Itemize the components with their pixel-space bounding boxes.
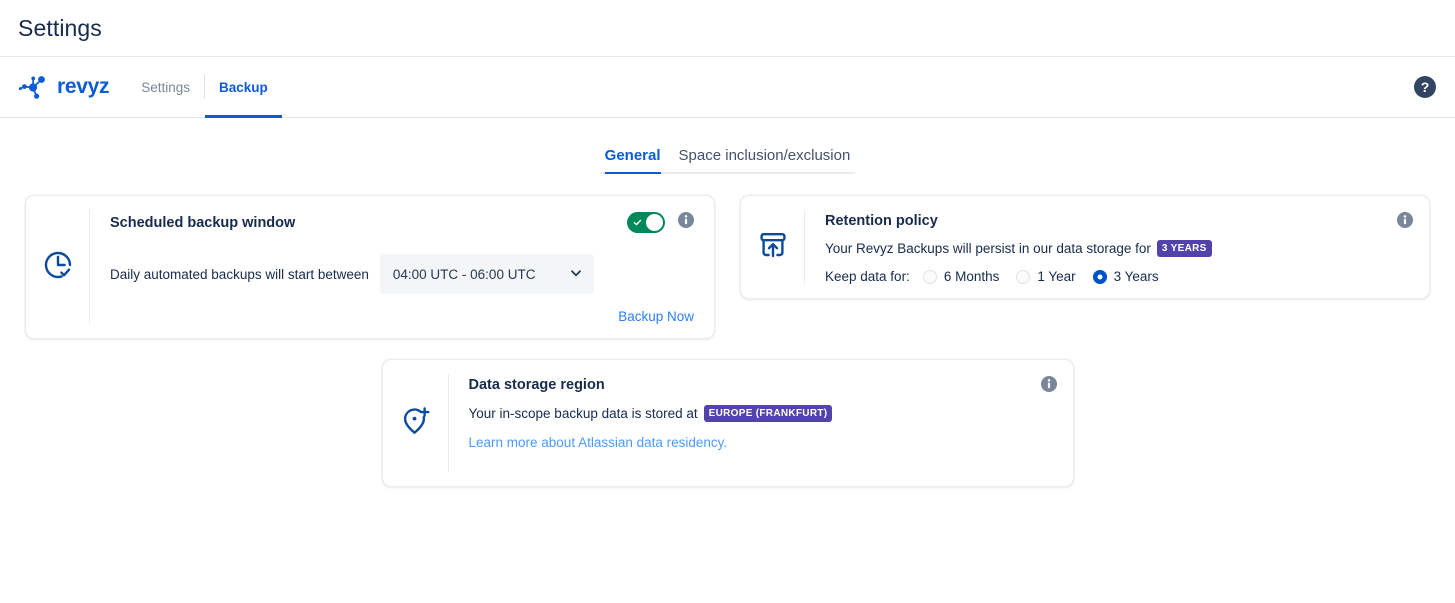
- nav-tabs: Settings Backup: [127, 57, 282, 117]
- retention-radio-group: 6 Months 1 Year 3 Years: [923, 269, 1159, 284]
- data-storage-region-text: Your in-scope backup data is stored at: [469, 406, 698, 421]
- subtab-space-inclusion-exclusion[interactable]: Space inclusion/exclusion: [679, 147, 851, 174]
- data-storage-region-line: Your in-scope backup data is stored at E…: [469, 405, 1053, 422]
- retention-persist-text: Your Revyz Backups will persist in our d…: [825, 241, 1151, 256]
- scheduled-backup-title: Scheduled backup window: [110, 215, 295, 231]
- scheduled-backup-header: Scheduled backup window: [110, 212, 694, 233]
- scheduled-backup-info-icon[interactable]: [678, 212, 694, 233]
- retention-options-row: Keep data for: 6 Months 1 Year 3 Years: [825, 269, 1409, 284]
- backup-window-select-value: 04:00 UTC - 06:00 UTC: [393, 267, 536, 282]
- subtab-space-inclusion-exclusion-label: Space inclusion/exclusion: [679, 147, 851, 164]
- data-storage-region-card: Data storage region Your in-scope backup…: [382, 359, 1074, 487]
- retention-option-1-year-label: 1 Year: [1037, 269, 1075, 284]
- retention-policy-card: Retention policy Your Revyz Backups will…: [740, 195, 1430, 299]
- subtab-bar: General Space inclusion/exclusion: [0, 147, 1455, 174]
- retention-option-1-year[interactable]: 1 Year: [1016, 269, 1075, 284]
- data-storage-region-icon-column: [383, 374, 449, 472]
- card-bottom-spacer: [469, 450, 1053, 472]
- chevron-down-icon: [569, 266, 583, 283]
- retention-policy-title: Retention policy: [825, 213, 1409, 229]
- radio-icon-selected: [1093, 270, 1107, 284]
- retention-policy-body: Retention policy Your Revyz Backups will…: [805, 196, 1429, 298]
- retention-persist-line: Your Revyz Backups will persist in our d…: [825, 240, 1409, 257]
- cards-row-top: Scheduled backup window: [0, 174, 1455, 339]
- backup-now-row: Backup Now: [110, 309, 694, 324]
- nav-tab-backup-label: Backup: [219, 80, 268, 95]
- app-navbar: revyz Settings Backup ?: [0, 56, 1455, 118]
- retention-policy-icon-column: [741, 210, 805, 284]
- data-storage-region-badge: EUROPE (FRANKFURT): [704, 405, 833, 422]
- scheduled-backup-icon-column: [26, 210, 90, 324]
- scheduled-backup-toggle[interactable]: [627, 212, 665, 233]
- scheduled-backup-window-row: Daily automated backups will start betwe…: [110, 254, 694, 294]
- scheduled-backup-description: Daily automated backups will start betwe…: [110, 267, 369, 282]
- data-residency-learn-more-link[interactable]: Learn more about Atlassian data residenc…: [469, 435, 1053, 450]
- scheduled-backup-controls: [627, 212, 694, 233]
- question-circle-icon[interactable]: ?: [1413, 75, 1437, 99]
- scheduled-backup-body: Scheduled backup window: [90, 196, 714, 338]
- subtab-general-label: General: [605, 147, 661, 164]
- data-storage-region-body: Data storage region Your in-scope backup…: [449, 360, 1073, 486]
- archive-restore-icon: [757, 229, 789, 266]
- brand: revyz: [18, 57, 127, 117]
- backup-now-button[interactable]: Backup Now: [618, 309, 694, 324]
- clock-check-icon: [42, 249, 74, 286]
- retention-policy-info-icon[interactable]: [1397, 212, 1413, 228]
- data-storage-region-info-icon[interactable]: [1041, 376, 1057, 392]
- nav-tab-settings[interactable]: Settings: [127, 57, 204, 117]
- scheduled-backup-card: Scheduled backup window: [25, 195, 715, 339]
- retention-option-3-years[interactable]: 3 Years: [1093, 269, 1159, 284]
- molecule-logo-icon: [18, 71, 50, 103]
- map-pin-plus-icon: [399, 405, 431, 442]
- page-title: Settings: [18, 15, 102, 42]
- retention-period-badge: 3 YEARS: [1157, 240, 1212, 257]
- data-storage-region-title: Data storage region: [469, 377, 1053, 393]
- nav-tab-settings-label: Settings: [141, 80, 190, 95]
- cards-row-bottom: Data storage region Your in-scope backup…: [0, 339, 1455, 487]
- keep-data-for-label: Keep data for:: [825, 269, 910, 284]
- svg-text:?: ?: [1421, 79, 1430, 95]
- subtab-general[interactable]: General: [605, 147, 661, 174]
- retention-option-3-years-label: 3 Years: [1114, 269, 1159, 284]
- radio-icon: [923, 270, 937, 284]
- toggle-knob: [646, 214, 663, 231]
- backup-window-select[interactable]: 04:00 UTC - 06:00 UTC: [380, 254, 594, 294]
- retention-option-6-months-label: 6 Months: [944, 269, 1000, 284]
- brand-name: revyz: [57, 75, 109, 99]
- retention-option-6-months[interactable]: 6 Months: [923, 269, 1000, 284]
- radio-icon: [1016, 270, 1030, 284]
- check-icon: [633, 218, 642, 227]
- nav-tab-backup[interactable]: Backup: [205, 57, 282, 117]
- page-header: Settings: [0, 0, 1455, 56]
